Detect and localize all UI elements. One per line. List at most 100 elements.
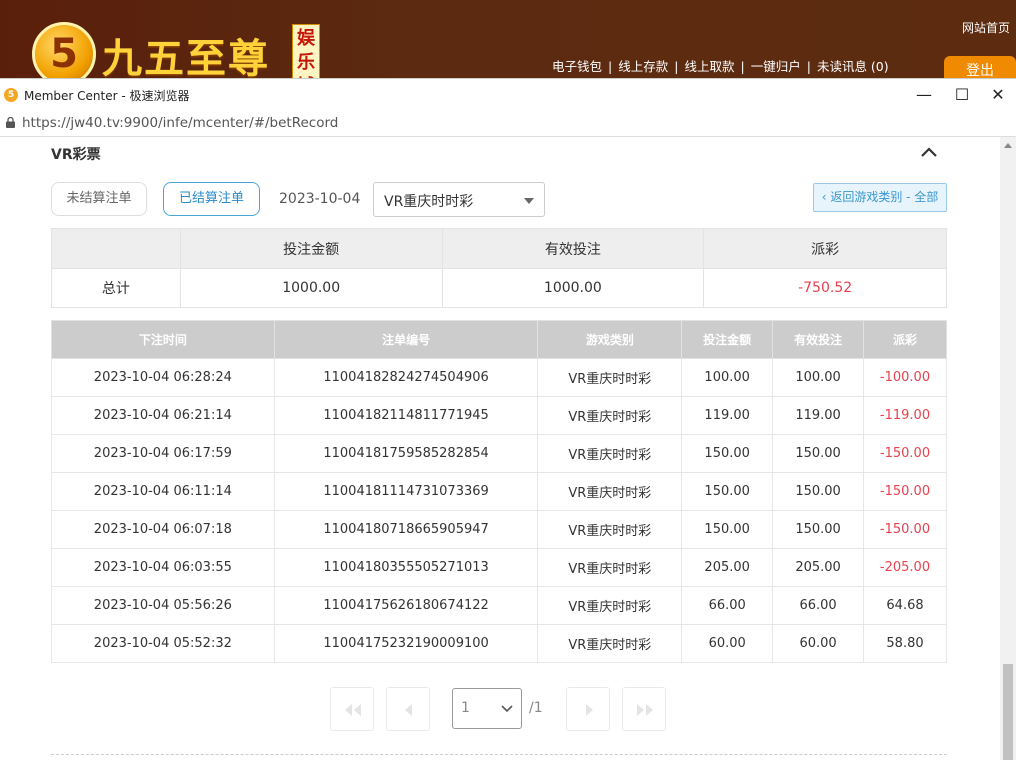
summary-total-valid: 1000.00 — [441, 268, 705, 308]
section-title: VR彩票 — [51, 147, 101, 163]
page-select-value: 1 — [461, 700, 470, 716]
table-row: 2023-10-04 06:28:24 11004182824274504906… — [51, 358, 947, 397]
table-row: 2023-10-04 06:03:55 11004180355505271013… — [51, 548, 947, 587]
first-page-button[interactable] — [330, 687, 374, 731]
window-title: Member Center - 极速浏览器 — [24, 89, 190, 103]
logo-icon: 5 — [32, 22, 96, 78]
cell-game: VR重庆时时彩 — [537, 624, 683, 663]
url-text[interactable]: https://jw40.tv:9900/infe/mcenter/#/betR… — [22, 115, 338, 131]
unsettled-bets-button[interactable]: 未结算注单 — [51, 182, 147, 216]
cell-bet: 66.00 — [681, 586, 774, 625]
next-page-icon — [586, 704, 593, 716]
caret-down-icon — [524, 198, 534, 204]
cell-bet: 150.00 — [681, 472, 774, 511]
cell-payout: 58.80 — [863, 624, 947, 663]
maximize-button[interactable]: ☐ — [946, 83, 978, 107]
col-bet-time: 下注时间 — [51, 320, 275, 359]
cell-id: 11004182114811771945 — [273, 396, 539, 435]
cell-valid: 205.00 — [772, 548, 865, 587]
table-row: 2023-10-04 06:21:14 11004182114811771945… — [51, 396, 947, 435]
site-banner: 5 九五至尊 娱乐城 网站首页 电子钱包|线上存款|线上取款|一键归户|未读讯息… — [0, 0, 1016, 78]
back-to-categories-button[interactable]: ‹ 返回游戏类别 - 全部 — [813, 183, 947, 212]
logout-button[interactable]: 登出 — [944, 56, 1016, 78]
cell-payout: -150.00 — [863, 472, 947, 511]
page-total: /1 — [529, 700, 543, 716]
cell-bet: 60.00 — [681, 624, 774, 663]
cell-id: 11004175232190009100 — [273, 624, 539, 663]
cell-time: 2023-10-04 06:28:24 — [51, 358, 275, 397]
table-row: 2023-10-04 05:52:32 11004175232190009100… — [51, 624, 947, 663]
col-bet-amount: 投注金额 — [681, 320, 774, 359]
cell-game: VR重庆时时彩 — [537, 396, 683, 435]
cell-id: 11004181114731073369 — [273, 472, 539, 511]
cell-payout: -100.00 — [863, 358, 947, 397]
nav-unread-messages[interactable]: 未读讯息 (0) — [817, 59, 889, 74]
cell-id: 11004180355505271013 — [273, 548, 539, 587]
cell-payout: -119.00 — [863, 396, 947, 435]
cell-valid: 60.00 — [772, 624, 865, 663]
lock-icon — [6, 117, 15, 128]
cell-time: 2023-10-04 05:52:32 — [51, 624, 275, 663]
cell-time: 2023-10-04 05:56:26 — [51, 586, 275, 625]
last-page-button[interactable] — [622, 687, 666, 731]
cell-valid: 100.00 — [772, 358, 865, 397]
bet-record-page: VR彩票 未结算注单 已结算注单 2023-10-04 VR重庆时时彩 ‹ 返回… — [0, 137, 1000, 760]
cell-game: VR重庆时时彩 — [537, 472, 683, 511]
scroll-thumb[interactable] — [1003, 664, 1013, 760]
settled-bets-button[interactable]: 已结算注单 — [163, 182, 260, 216]
cell-game: VR重庆时时彩 — [537, 510, 683, 549]
game-select-value: VR重庆时时彩 — [384, 194, 474, 210]
vertical-scrollbar[interactable] — [1000, 137, 1016, 760]
cell-payout: 64.68 — [863, 586, 947, 625]
next-page-button[interactable] — [566, 687, 610, 731]
browser-titlebar: 5 Member Center - 极速浏览器 — ☐ ✕ — [0, 78, 1016, 110]
col-game-type: 游戏类别 — [537, 320, 683, 359]
cell-bet: 100.00 — [681, 358, 774, 397]
scroll-up-arrow-icon[interactable] — [1004, 143, 1012, 148]
cell-valid: 119.00 — [772, 396, 865, 435]
game-select[interactable]: VR重庆时时彩 — [373, 182, 545, 217]
cell-id: 11004181759585282854 — [273, 434, 539, 473]
cell-payout: -150.00 — [863, 434, 947, 473]
cell-bet: 205.00 — [681, 548, 774, 587]
cell-time: 2023-10-04 06:17:59 — [51, 434, 275, 473]
table-row: 2023-10-04 06:07:18 11004180718665905947… — [51, 510, 947, 549]
address-bar[interactable]: https://jw40.tv:9900/infe/mcenter/#/betR… — [0, 110, 1016, 137]
nav-one-click-transfer[interactable]: 一键归户 — [751, 59, 801, 74]
cell-game: VR重庆时时彩 — [537, 586, 683, 625]
cell-id: 11004175626180674122 — [273, 586, 539, 625]
cell-bet: 150.00 — [681, 434, 774, 473]
cell-time: 2023-10-04 06:21:14 — [51, 396, 275, 435]
top-nav: 电子钱包 | 线上存款 | 线上取款 | 一键归户 | 未读讯息 (0) — [552, 59, 889, 74]
nav-deposit[interactable]: 线上存款 — [618, 59, 668, 74]
date-label[interactable]: 2023-10-04 — [279, 191, 360, 207]
col-bet-id: 注单编号 — [273, 320, 539, 359]
chevron-up-icon[interactable] — [920, 146, 938, 158]
prev-page-button[interactable] — [386, 687, 430, 731]
cell-time: 2023-10-04 06:07:18 — [51, 510, 275, 549]
close-button[interactable]: ✕ — [982, 83, 1014, 107]
bet-records-table: 下注时间 注单编号 游戏类别 投注金额 有效投注 派彩 2023-10-04 0… — [51, 320, 947, 663]
col-valid-bet: 有效投注 — [772, 320, 865, 359]
cell-bet: 150.00 — [681, 510, 774, 549]
page-select[interactable]: 1 — [452, 688, 522, 729]
summary-total-payout: -750.52 — [703, 268, 947, 308]
summary-total-bet: 1000.00 — [179, 268, 443, 308]
col-payout: 派彩 — [863, 320, 947, 359]
cell-valid: 150.00 — [772, 510, 865, 549]
cell-payout: -205.00 — [863, 548, 947, 587]
minimize-button[interactable]: — — [908, 83, 940, 107]
app-icon: 5 — [4, 88, 18, 102]
summary-header-valid: 有效投注 — [441, 228, 705, 269]
table-row: 2023-10-04 05:56:26 11004175626180674122… — [51, 586, 947, 625]
chevron-down-icon — [501, 705, 513, 713]
nav-withdraw[interactable]: 线上取款 — [684, 59, 734, 74]
cell-time: 2023-10-04 06:03:55 — [51, 548, 275, 587]
last-page-icon — [637, 704, 653, 716]
first-page-icon — [345, 704, 361, 716]
nav-wallet[interactable]: 电子钱包 — [552, 59, 602, 74]
cell-game: VR重庆时时彩 — [537, 548, 683, 587]
home-link[interactable]: 网站首页 — [962, 19, 1010, 36]
summary-total-label: 总计 — [51, 268, 181, 308]
cell-payout: -150.00 — [863, 510, 947, 549]
